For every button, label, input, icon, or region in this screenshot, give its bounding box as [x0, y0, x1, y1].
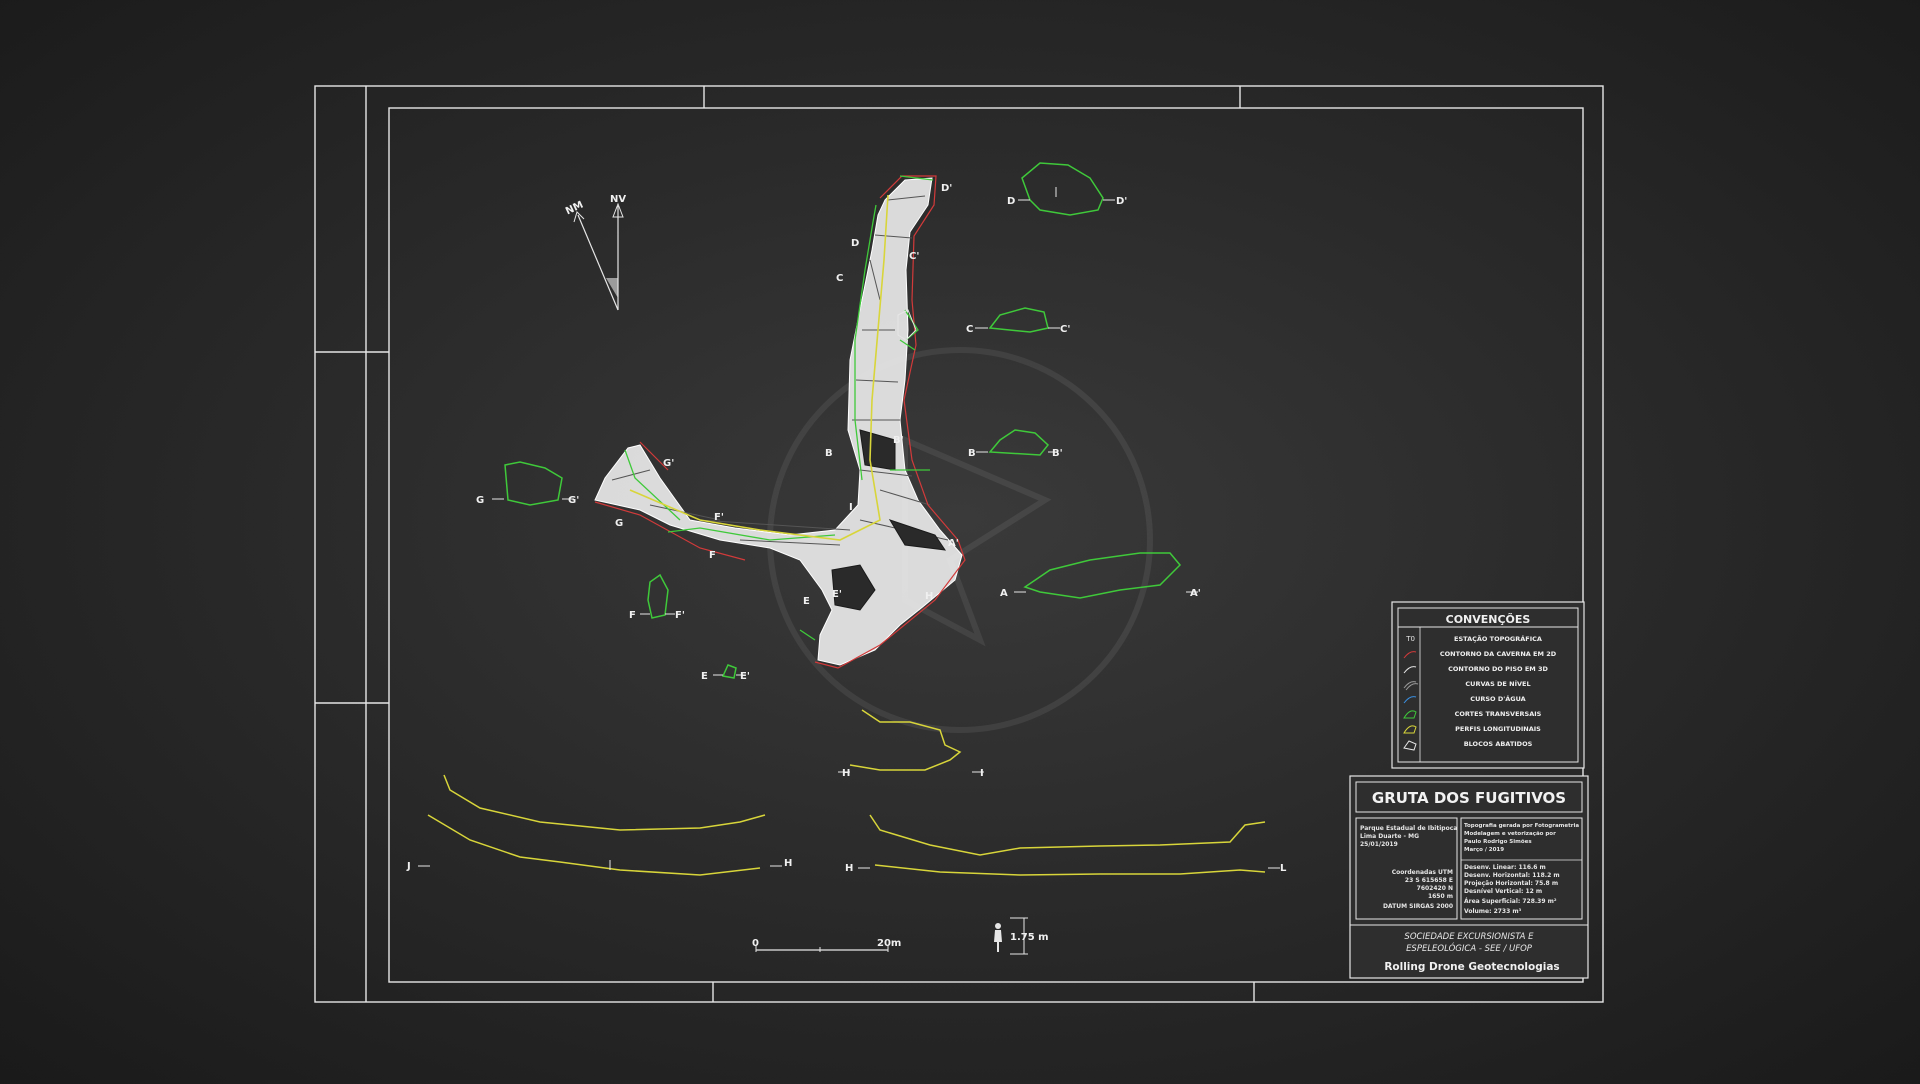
profile-label-j-left: J	[406, 861, 411, 872]
plan-label-a-prime: A'	[948, 538, 959, 549]
section-label-g-left: G	[476, 495, 484, 506]
section-d	[1021, 162, 1104, 216]
plan-label-b: B	[825, 448, 833, 459]
legend-item-label: BLOCOS ABATIDOS	[1464, 740, 1533, 748]
plan-label-e: E	[803, 596, 810, 607]
profile-label-h-left: H	[842, 768, 850, 779]
section-label-b-right: B'	[1052, 448, 1063, 459]
section-label-f-left: F	[629, 610, 636, 621]
stat-line: Desenv. Horizontal: 118.2 m	[1464, 872, 1560, 879]
coords-line: DATUM SIRGAS 2000	[1383, 903, 1453, 910]
plan-label-g: G	[615, 518, 623, 529]
section-label-e-right: E'	[740, 671, 750, 682]
cave-map-drawing: NM NV D' D C' C B' B I A' G' G F' F E' E…	[314, 85, 1604, 1003]
legend-item-label: CONTORNO DA CAVERNA EM 2D	[1440, 650, 1557, 658]
scale-bar: 0 20m	[752, 938, 901, 952]
section-label-g-right: G'	[568, 495, 579, 506]
legend-item-label: ESTAÇÃO TOPOGRÁFICA	[1454, 634, 1542, 643]
plan-label-f: F	[709, 550, 716, 561]
stat-line: Desenv. Linear: 116.6 m	[1464, 864, 1546, 871]
location-line: Lima Duarte - MG	[1360, 833, 1419, 840]
title-block: GRUTA DOS FUGITIVOS Parque Estadual de I…	[1349, 775, 1589, 979]
profile-j-h-upper	[443, 774, 766, 831]
human-scale-label: 1.75 m	[1010, 932, 1049, 943]
plan-label-c: C	[836, 273, 843, 284]
human-figure-icon	[995, 923, 1001, 929]
stat-line: Desnível Vertical: 12 m	[1464, 888, 1542, 895]
plan-label-f-prime: F'	[714, 512, 724, 523]
section-label-a-right: A'	[1190, 588, 1201, 599]
coords-line: Coordenadas UTM	[1392, 869, 1453, 876]
coords-line: 23 S 615658 E	[1405, 877, 1453, 884]
scale-length-label: 20m	[877, 938, 901, 949]
section-b	[988, 429, 1050, 456]
stat-line: Área Superficial: 728.39 m²	[1464, 898, 1557, 905]
longitudinal-profiles	[427, 709, 1266, 876]
credits-line: Março / 2019	[1464, 847, 1504, 853]
plan-label-g-prime: G'	[663, 458, 674, 469]
plan-label-d-prime: D'	[941, 183, 952, 194]
profile-j-h-lower	[427, 814, 761, 876]
legend: CONVENÇÕES T0 ESTAÇÃO TOPOGRÁFICA CONTOR…	[1391, 601, 1585, 769]
section-label-f-right: F'	[675, 610, 685, 621]
plan-label-e-prime: E'	[832, 589, 842, 600]
legend-item-label: CURVAS DE NÍVEL	[1465, 679, 1530, 688]
profile-label-jh-right: H	[784, 858, 792, 869]
true-north-label: NV	[610, 194, 626, 205]
profile-label-hl-left: H	[845, 863, 853, 874]
org-line: ESPELEOLÓGICA - SEE / UFOP	[1406, 942, 1533, 954]
section-label-e-left: E	[701, 671, 708, 682]
credits-line: Paulo Rodrigo Simões	[1464, 839, 1532, 845]
location-line: 25/01/2019	[1360, 841, 1398, 848]
section-c	[988, 307, 1049, 333]
credits-line: Modelagem e vetorização por	[1464, 831, 1556, 837]
magnetic-north-label: NM	[564, 200, 585, 218]
section-label-c-left: C	[966, 324, 973, 335]
company-name: Rolling Drone Geotecnologias	[1384, 961, 1559, 973]
human-scale: 1.75 m	[994, 917, 1049, 955]
section-f	[647, 573, 669, 619]
scale-zero-label: 0	[752, 938, 759, 949]
legend-title: CONVENÇÕES	[1446, 613, 1531, 626]
stat-line: Volume: 2733 m³	[1464, 908, 1522, 915]
legend-item-label: CURSO D'ÁGUA	[1470, 694, 1525, 703]
profile-label-l-right: L	[1280, 863, 1287, 874]
section-label-d-left: D	[1007, 196, 1015, 207]
profile-label-i-right: I	[980, 768, 984, 779]
cave-title: GRUTA DOS FUGITIVOS	[1372, 789, 1566, 807]
plan-label-h: H	[925, 591, 933, 602]
profile-h-l-lower	[874, 864, 1266, 876]
coords-line: 1650 m	[1428, 893, 1453, 900]
plan-label-i: I	[849, 502, 853, 513]
legend-symbol-station: T0	[1405, 635, 1415, 643]
credits-line: Topografia gerada por Fotogrametria	[1464, 823, 1579, 829]
north-arrow: NM NV	[564, 194, 626, 311]
plan-label-d: D	[851, 238, 859, 249]
section-label-b-left: B	[968, 448, 976, 459]
section-g	[504, 461, 563, 506]
plan-label-b-prime: B'	[893, 435, 904, 446]
section-e	[721, 664, 737, 679]
viewer-stage[interactable]: NM NV D' D C' C B' B I A' G' G F' F E' E…	[0, 0, 1920, 1080]
coords-line: 7602420 N	[1417, 885, 1453, 892]
legend-item-label: PERFIS LONGITUDINAIS	[1455, 725, 1541, 733]
section-label-a-left: A	[1000, 588, 1008, 599]
legend-item-label: CORTES TRANSVERSAIS	[1455, 710, 1542, 718]
plan-label-c-prime: C'	[909, 251, 919, 262]
stat-line: Projeção Horizontal: 75.8 m	[1464, 880, 1558, 887]
location-line: Parque Estadual de Ibitipoca	[1360, 825, 1457, 832]
section-label-d-right: D'	[1116, 196, 1127, 207]
section-label-c-right: C'	[1060, 324, 1070, 335]
org-line: SOCIEDADE EXCURSIONISTA E	[1404, 932, 1534, 942]
section-a	[1023, 552, 1182, 599]
legend-item-label: CONTORNO DO PISO EM 3D	[1448, 665, 1548, 673]
profile-h-l-upper	[869, 814, 1266, 856]
